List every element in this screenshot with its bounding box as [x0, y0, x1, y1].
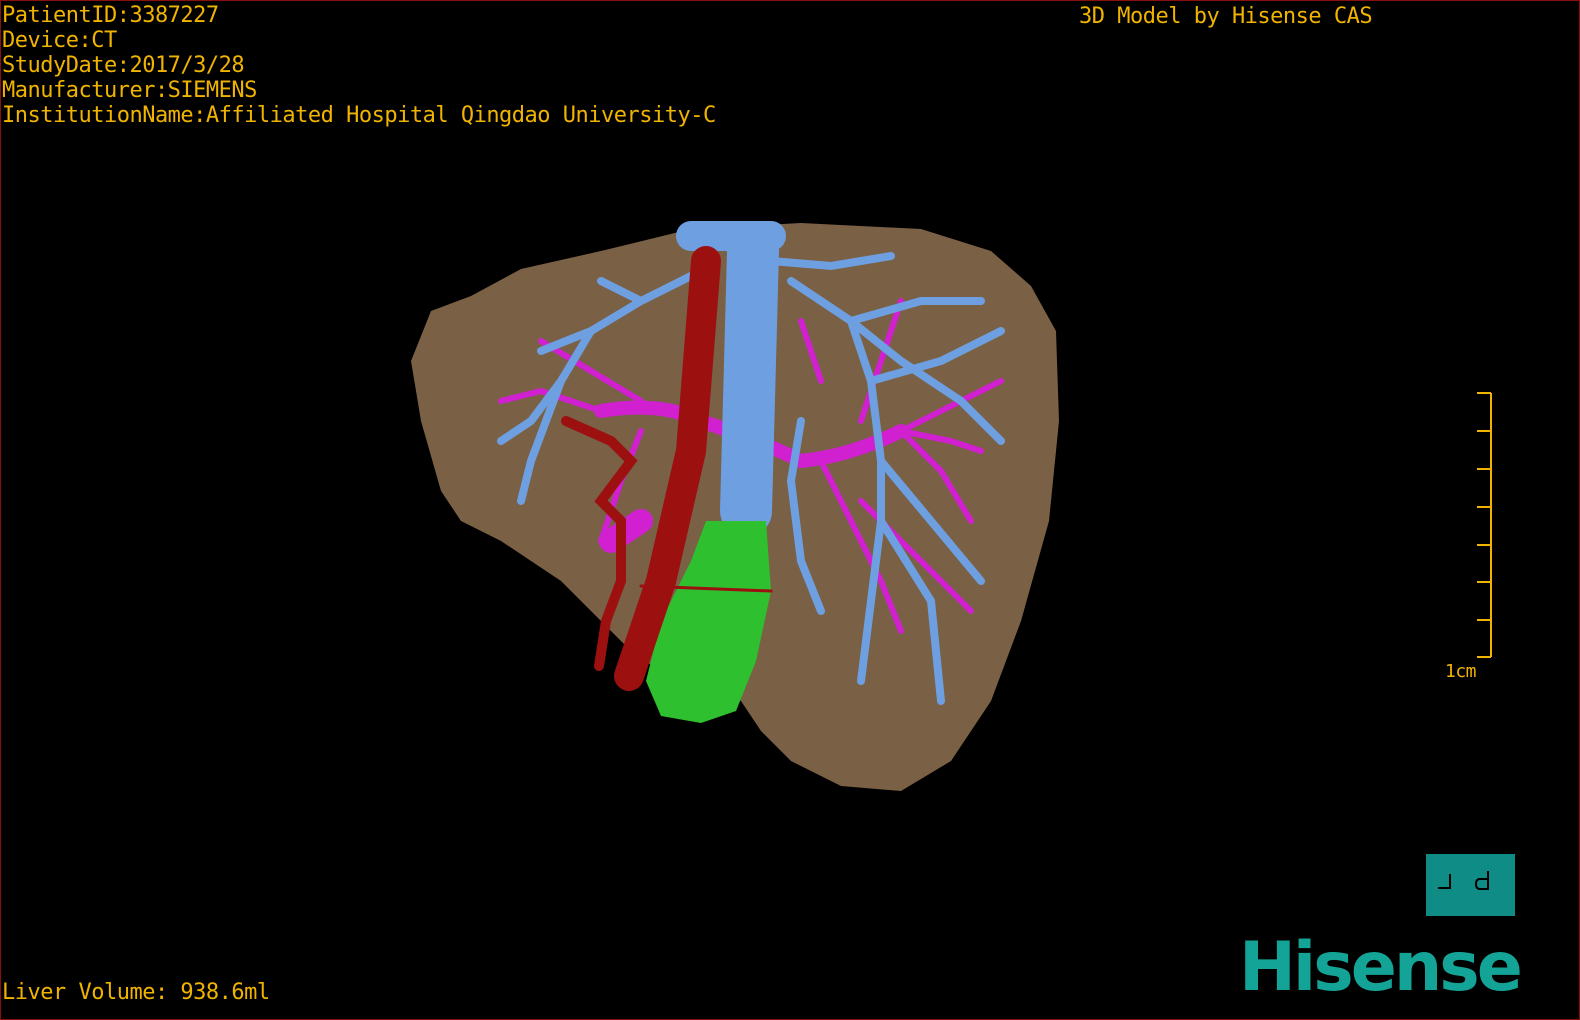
hisense-logo: Hisense: [1239, 928, 1523, 1007]
scale-bar-label: 1cm: [1445, 661, 1477, 682]
3d-viewport[interactable]: PatientID:3387227 Device:CT StudyDate:2017…: [0, 0, 1580, 1020]
institution-name: InstitutionName:Affiliated Hospital Qing…: [2, 103, 716, 128]
view-orientation-button[interactable]: [1426, 854, 1515, 916]
liver-3d-model[interactable]: [1, 1, 1579, 1019]
manufacturer: Manufacturer:SIEMENS: [2, 78, 257, 103]
liver-volume: Liver Volume: 938.6ml: [2, 980, 270, 1005]
device: Device:CT: [2, 28, 117, 53]
model-credit: 3D Model by Hisense CAS: [1079, 4, 1373, 29]
study-info-overlay: PatientID:3387227 Device:CT StudyDate:2017…: [2, 3, 716, 128]
study-date: StudyDate:2017/3/28: [2, 53, 245, 78]
view-orientation-icon: [1438, 871, 1489, 890]
patient-id: PatientID:3387227: [2, 3, 219, 28]
scale-bar: [1477, 392, 1492, 658]
